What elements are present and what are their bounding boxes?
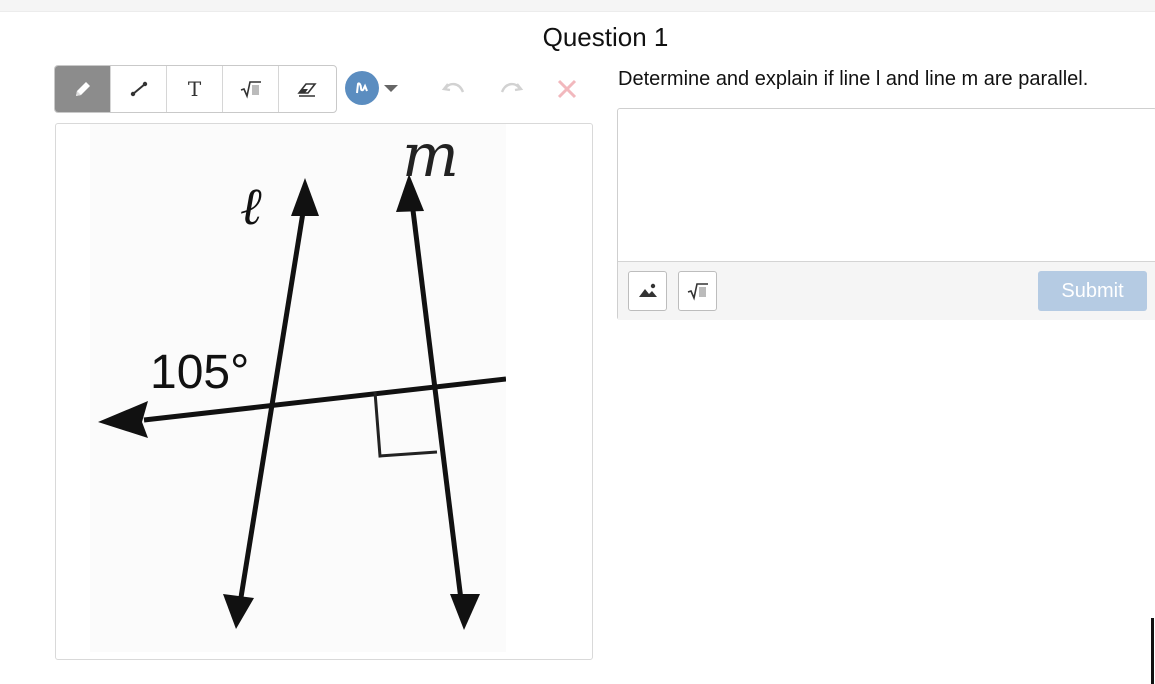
- redo-icon[interactable]: [497, 76, 525, 102]
- squiggle-icon: [356, 82, 368, 94]
- math-icon: [687, 283, 708, 301]
- parallel-lines-figure: ℓ m 105°: [90, 124, 506, 652]
- eraser-icon: [297, 83, 317, 97]
- pencil-tool-button[interactable]: [55, 66, 111, 112]
- top-bar: [0, 0, 1155, 12]
- undo-icon[interactable]: [440, 76, 468, 102]
- line-l-label: ℓ: [240, 177, 262, 237]
- line-tool-button[interactable]: [111, 66, 167, 112]
- insert-image-button[interactable]: [628, 271, 667, 311]
- answer-box: Submit: [617, 108, 1155, 320]
- caret-down-icon: [384, 85, 398, 92]
- line-icon: [130, 81, 147, 97]
- eraser-tool-button[interactable]: [279, 66, 335, 112]
- drawing-canvas[interactable]: ℓ m 105°: [55, 123, 593, 660]
- color-swatch: [345, 71, 379, 105]
- image-icon: [638, 283, 657, 297]
- text-icon: T: [187, 77, 202, 101]
- math-icon: [240, 81, 261, 99]
- question-title: Question 1: [542, 22, 669, 52]
- color-picker[interactable]: [345, 71, 400, 105]
- text-tool-button[interactable]: T: [167, 66, 223, 112]
- drawing-toolbar: T: [54, 65, 337, 113]
- math-tool-button[interactable]: [223, 66, 279, 112]
- angle-label: 105°: [150, 346, 249, 399]
- question-prompt: Determine and explain if line l and line…: [618, 68, 1089, 90]
- answer-input[interactable]: [618, 109, 1155, 261]
- insert-math-button[interactable]: [678, 271, 717, 311]
- submit-button[interactable]: Submit: [1038, 271, 1147, 311]
- line-m-label: m: [402, 124, 459, 191]
- pencil-icon: [75, 82, 90, 96]
- answer-toolbar: Submit: [618, 261, 1155, 320]
- scrollbar-edge: [1151, 618, 1154, 684]
- clear-icon[interactable]: [556, 78, 578, 100]
